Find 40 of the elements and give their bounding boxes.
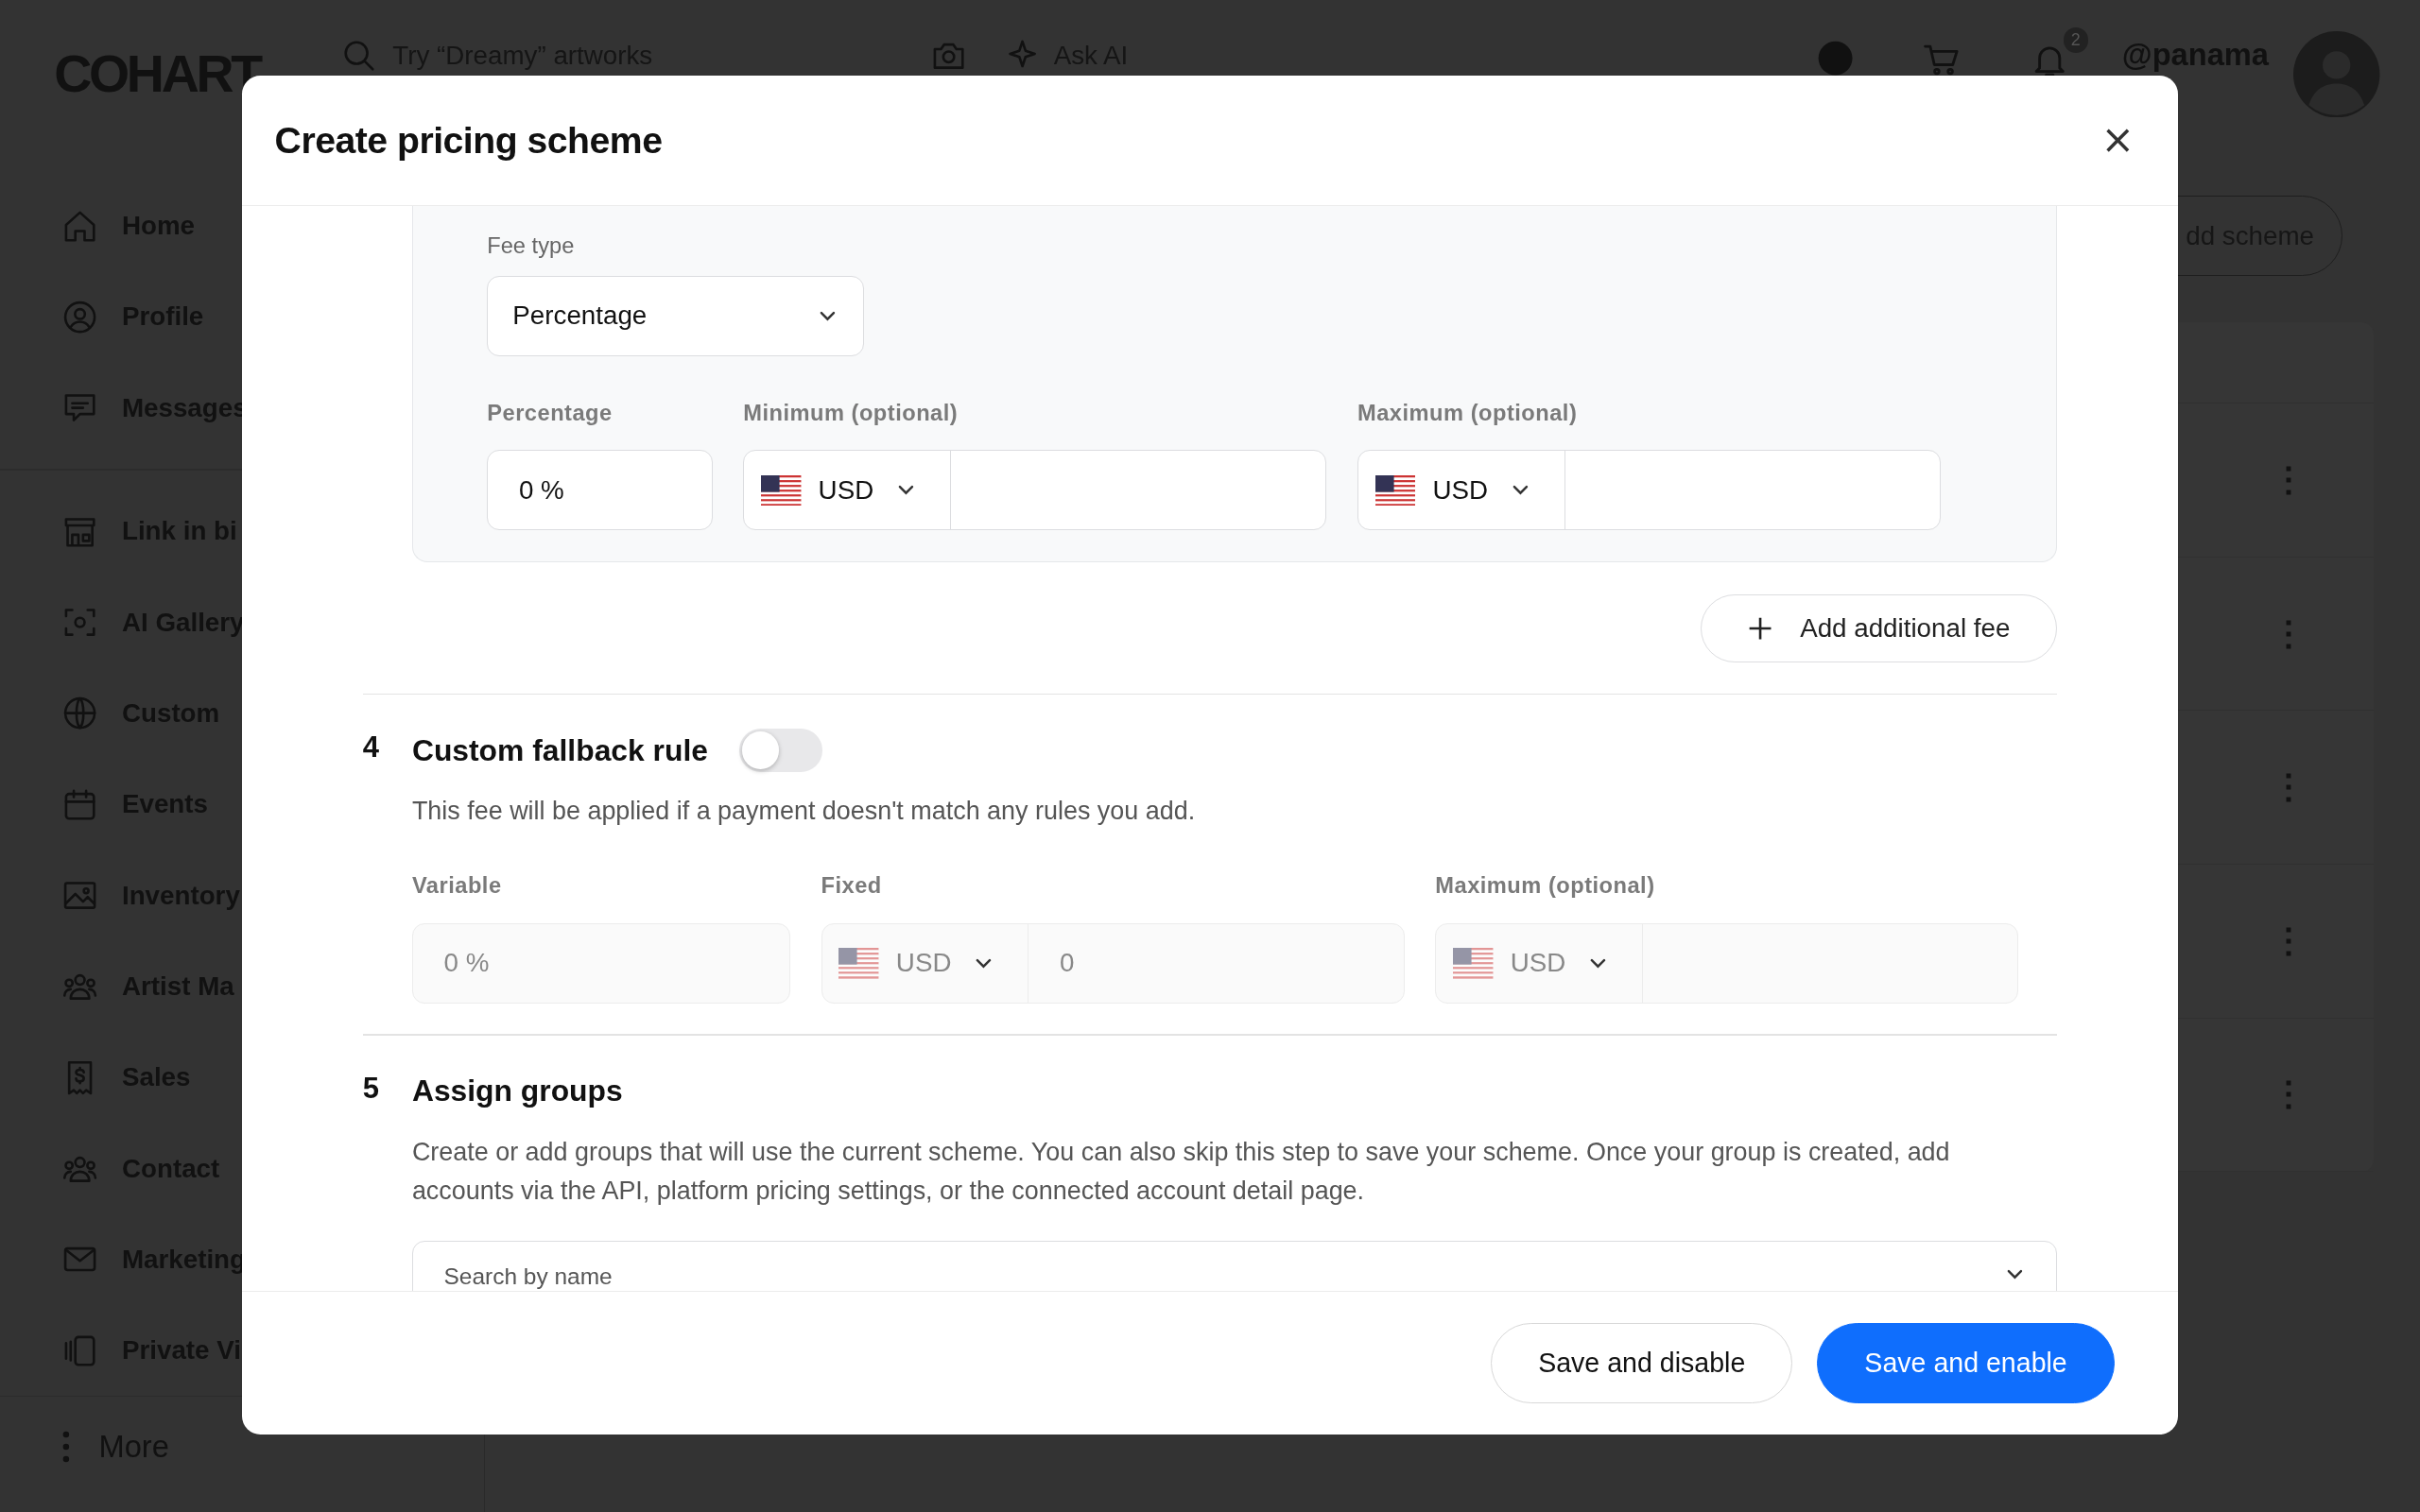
- flag-icon: [761, 474, 802, 507]
- row-menu-button[interactable]: ⋮: [2265, 767, 2312, 808]
- step-number: 5: [362, 1071, 380, 1106]
- section-title: Assign groups: [411, 1074, 623, 1109]
- row-menu-button[interactable]: ⋮: [2265, 459, 2312, 500]
- add-fee-button[interactable]: Add additional fee: [1700, 594, 2058, 663]
- circle-icon[interactable]: [1816, 40, 1854, 77]
- fee-type-select[interactable]: Percentage: [487, 275, 864, 356]
- close-button[interactable]: ×: [2091, 120, 2144, 161]
- currency-label: USD: [1432, 474, 1488, 506]
- row-menu-button[interactable]: ⋮: [2265, 1074, 2312, 1115]
- field-label: Minimum (optional): [743, 399, 959, 427]
- toggle-switch[interactable]: [738, 729, 822, 772]
- section-description: Create or add groups that will use the current scheme. You can also skip this step to save your scheme. Once your group is created, add accounts via the API, platform pricing settings, or the connected account detail page.: [411, 1136, 1951, 1207]
- plus-icon: [1747, 616, 1772, 642]
- field-label: Percentage: [487, 399, 614, 427]
- step-number: 4: [362, 730, 380, 765]
- field-label: Maximum (optional): [1357, 399, 1579, 427]
- flag-icon: [1453, 948, 1494, 979]
- field-label: Maximum (optional): [1435, 872, 1656, 901]
- flag-icon: [838, 948, 879, 979]
- field-label: Fixed: [821, 872, 883, 901]
- currency-label: USD: [818, 474, 874, 506]
- save-disable-button[interactable]: Save and disable: [1491, 1323, 1793, 1403]
- section-description: This fee will be applied if a payment doesn't match any rules you add.: [411, 796, 1197, 828]
- section-title: Custom fallback rule: [411, 732, 708, 768]
- amount-field[interactable]: USD: [1357, 450, 1942, 531]
- field-label: Variable: [411, 872, 503, 901]
- field-label: Fee type: [487, 233, 575, 259]
- vertical-dots-icon: [61, 1430, 72, 1464]
- row-menu-button[interactable]: ⋮: [2265, 920, 2312, 961]
- percent-field[interactable]: 0 %: [487, 450, 713, 531]
- avatar[interactable]: [2293, 30, 2380, 118]
- row-menu-button[interactable]: ⋮: [2265, 613, 2312, 654]
- amount-field[interactable]: USD: [743, 450, 1327, 531]
- dialog-title: Create pricing scheme: [274, 119, 663, 162]
- flag-icon: [1375, 474, 1416, 507]
- save-enable-button[interactable]: Save and enable: [1817, 1323, 2115, 1403]
- currency-label: USD: [895, 948, 952, 979]
- currency-label: USD: [1510, 948, 1566, 979]
